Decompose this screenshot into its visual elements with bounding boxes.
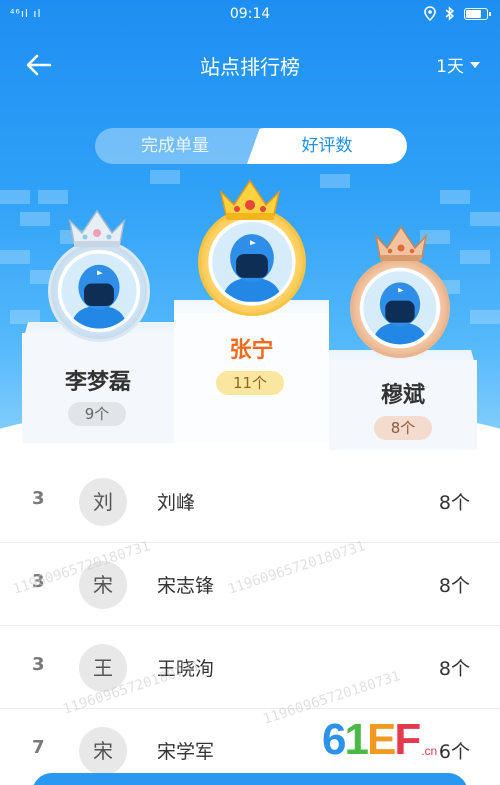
- first-place-name: 张宁: [229, 338, 274, 363]
- courier-avatar-icon: [212, 222, 292, 302]
- rank-number: 3: [32, 488, 45, 509]
- rank-number: 3: [32, 654, 45, 675]
- courier-name: 宋志锋: [157, 575, 215, 597]
- range-dropdown[interactable]: 1天: [436, 52, 480, 77]
- avatar: 宋: [79, 727, 127, 775]
- courier-avatar-icon: [363, 271, 437, 345]
- silver-crown-icon: [66, 207, 128, 249]
- bluetooth-icon: [445, 6, 455, 21]
- chevron-down-icon: [470, 61, 480, 68]
- tab-completed-orders[interactable]: 完成单量: [95, 128, 255, 164]
- status-bar: ⁴⁶ıl ıl 09:14: [0, 0, 500, 30]
- rank-number: 7: [32, 737, 45, 758]
- third-place-count: 8个: [374, 416, 432, 440]
- bronze-crown-icon: [372, 223, 430, 263]
- courier-avatar-icon: [61, 253, 137, 329]
- tab-switcher: 完成单量 好评数: [95, 128, 407, 164]
- logo-part-6: 6: [322, 715, 347, 764]
- avatar-second[interactable]: [48, 240, 150, 342]
- logo-part-1: 1: [344, 715, 369, 764]
- site-logo: 6 1 E F .cn: [322, 712, 472, 762]
- page-title: 站点排行榜: [200, 55, 300, 79]
- tab-good-reviews[interactable]: 好评数: [247, 128, 407, 164]
- battery-icon: [464, 7, 491, 20]
- avatar: 刘: [79, 478, 127, 526]
- nav-bar: 站点排行榜 1天: [0, 40, 500, 90]
- logo-part-f: F: [394, 715, 421, 764]
- first-place-count: 11个: [216, 371, 284, 395]
- logo-part-e: E: [366, 715, 396, 764]
- courier-name: 刘峰: [157, 492, 196, 514]
- avatar-third[interactable]: [350, 258, 450, 358]
- third-place-name: 穆斌: [380, 383, 425, 408]
- second-place-name: 李梦磊: [64, 370, 131, 395]
- review-count: 8个: [438, 658, 470, 680]
- location-icon: [424, 6, 436, 21]
- logo-suffix: .cn: [421, 744, 438, 758]
- review-count: 8个: [438, 492, 470, 514]
- courier-name: 宋学军: [157, 741, 215, 763]
- ranking-row[interactable]: 3 刘 刘峰 8个: [0, 460, 500, 543]
- second-place-count: 9个: [68, 402, 126, 426]
- bottom-action-button[interactable]: [32, 773, 468, 785]
- ranking-row[interactable]: 3 王 王晓洵 8个: [0, 626, 500, 709]
- avatar-first[interactable]: [198, 208, 306, 316]
- range-label: 1天: [436, 57, 464, 77]
- review-count: 8个: [438, 575, 470, 597]
- gold-crown-icon: [217, 178, 283, 222]
